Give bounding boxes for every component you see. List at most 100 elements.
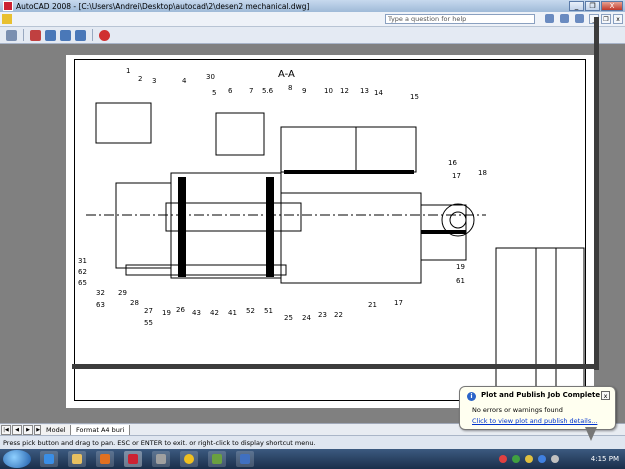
paper-shadow-bottom — [72, 364, 599, 369]
search-icon[interactable] — [545, 14, 554, 23]
network-icon[interactable] — [538, 455, 546, 463]
notification-title: Plot and Publish Job Complete — [481, 391, 601, 399]
communication-center-icon[interactable] — [560, 14, 569, 23]
svg-text:5: 5 — [212, 89, 216, 97]
svg-text:62: 62 — [78, 268, 87, 276]
help-search-input[interactable]: Type a question for help — [385, 14, 535, 24]
menu-bar: Type a question for help _ ❐ x — [0, 12, 625, 27]
svg-text:3: 3 — [152, 77, 156, 85]
junction-box — [215, 112, 265, 156]
doc-restore-button[interactable]: ❐ — [601, 14, 611, 24]
motor-end-cap — [115, 182, 172, 269]
zoom-realtime-icon[interactable] — [45, 29, 56, 41]
next-tab-button[interactable]: ▶ — [23, 425, 33, 435]
plot-preview-toolbar — [0, 27, 625, 44]
cylinder-head-left — [280, 126, 357, 173]
prev-tab-button[interactable]: ◀ — [12, 425, 22, 435]
toolbar-separator — [92, 29, 93, 41]
tab-navigation: |◀ ◀ ▶ ▶| — [1, 425, 44, 435]
taskbar-ie[interactable] — [40, 451, 58, 467]
taskbar-explorer[interactable] — [68, 451, 86, 467]
plot-icon[interactable] — [6, 29, 17, 41]
ie-icon — [44, 454, 54, 464]
svg-text:29: 29 — [118, 289, 127, 297]
svg-text:18: 18 — [478, 169, 487, 177]
svg-text:2: 2 — [138, 75, 142, 83]
paper-sheet: A-A 1 2 3 4 30 5 6 7 5.6 8 9 10 12 13 14… — [66, 55, 594, 408]
terminal-box — [95, 102, 152, 144]
svg-text:7: 7 — [249, 87, 253, 95]
paper-shadow-right — [594, 17, 599, 370]
document-icon[interactable] — [2, 14, 12, 24]
taskbar-app-8[interactable] — [236, 451, 254, 467]
taskbar-media[interactable] — [96, 451, 114, 467]
svg-text:31: 31 — [78, 257, 87, 265]
pan-icon[interactable] — [30, 29, 41, 41]
svg-text:51: 51 — [264, 307, 273, 315]
info-icon: i — [467, 392, 476, 401]
svg-text:13: 13 — [360, 87, 369, 95]
svg-text:65: 65 — [78, 279, 87, 287]
title-block — [495, 247, 585, 400]
section-label: A-A — [278, 69, 295, 80]
autocad-icon — [128, 454, 138, 464]
windows-taskbar: 4:15 PM — [0, 449, 625, 469]
window-controls: _ ❐ X — [569, 1, 623, 11]
motor-housing — [170, 172, 282, 279]
favorites-icon[interactable] — [575, 14, 584, 23]
svg-text:43: 43 — [192, 309, 201, 317]
svg-text:4: 4 — [182, 77, 187, 85]
app-icon — [212, 454, 222, 464]
winding-left — [178, 177, 186, 277]
notification-close-button[interactable]: x — [601, 391, 610, 400]
base-foot — [125, 264, 287, 276]
restore-button[interactable]: ❐ — [585, 1, 600, 11]
zoom-window-icon[interactable] — [60, 29, 71, 41]
zoom-previous-icon[interactable] — [75, 29, 86, 41]
taskbar-clock[interactable]: 4:15 PM — [591, 449, 619, 469]
minimize-button[interactable]: _ — [569, 1, 584, 11]
view-details-link[interactable]: Click to view plot and publish details..… — [472, 417, 597, 425]
toolbar-separator — [23, 29, 24, 41]
taskbar-app-5[interactable] — [152, 451, 170, 467]
svg-text:21: 21 — [368, 301, 377, 309]
taskbar-autocad[interactable] — [124, 451, 142, 467]
close-button[interactable]: X — [601, 1, 623, 11]
svg-text:5.6: 5.6 — [262, 87, 274, 95]
svg-text:41: 41 — [228, 309, 237, 317]
status-bar: Press pick button and drag to pan. ESC o… — [0, 435, 625, 449]
notification-tail — [585, 427, 597, 441]
taskbar-app-7[interactable] — [208, 451, 226, 467]
media-icon — [100, 454, 110, 464]
tray-icon[interactable] — [512, 455, 520, 463]
winding-right — [266, 177, 274, 277]
svg-text:26: 26 — [176, 306, 185, 314]
svg-text:17: 17 — [394, 299, 403, 307]
start-button[interactable] — [3, 450, 31, 468]
svg-text:16: 16 — [448, 159, 457, 167]
tray-icon[interactable] — [499, 455, 507, 463]
mechanical-drawing: A-A 12 3 4 305 6 7 5.6 8 9 10 12 13 14 1… — [78, 67, 585, 400]
doc-close-button[interactable]: x — [613, 14, 623, 24]
app-icon — [240, 454, 250, 464]
svg-text:9: 9 — [302, 87, 306, 95]
taskbar-app-6[interactable] — [180, 451, 198, 467]
svg-text:14: 14 — [374, 89, 383, 97]
notification-message: No errors or warnings found — [472, 406, 563, 414]
svg-text:8: 8 — [288, 84, 292, 92]
svg-text:25: 25 — [284, 314, 293, 322]
first-tab-button[interactable]: |◀ — [1, 425, 11, 435]
close-preview-icon[interactable] — [99, 29, 110, 41]
head-gasket — [284, 170, 414, 174]
title-bar: AutoCAD 2008 - [C:\Users\Andrei\Desktop\… — [0, 0, 625, 12]
svg-text:23: 23 — [318, 311, 327, 319]
svg-text:24: 24 — [302, 314, 311, 322]
svg-text:6: 6 — [228, 87, 233, 95]
svg-text:52: 52 — [246, 307, 255, 315]
tray-icon[interactable] — [525, 455, 533, 463]
svg-text:28: 28 — [130, 299, 139, 307]
autocad-app-icon[interactable] — [3, 1, 13, 11]
svg-text:61: 61 — [456, 277, 465, 285]
valve-seat — [421, 230, 466, 234]
volume-icon[interactable] — [551, 455, 559, 463]
